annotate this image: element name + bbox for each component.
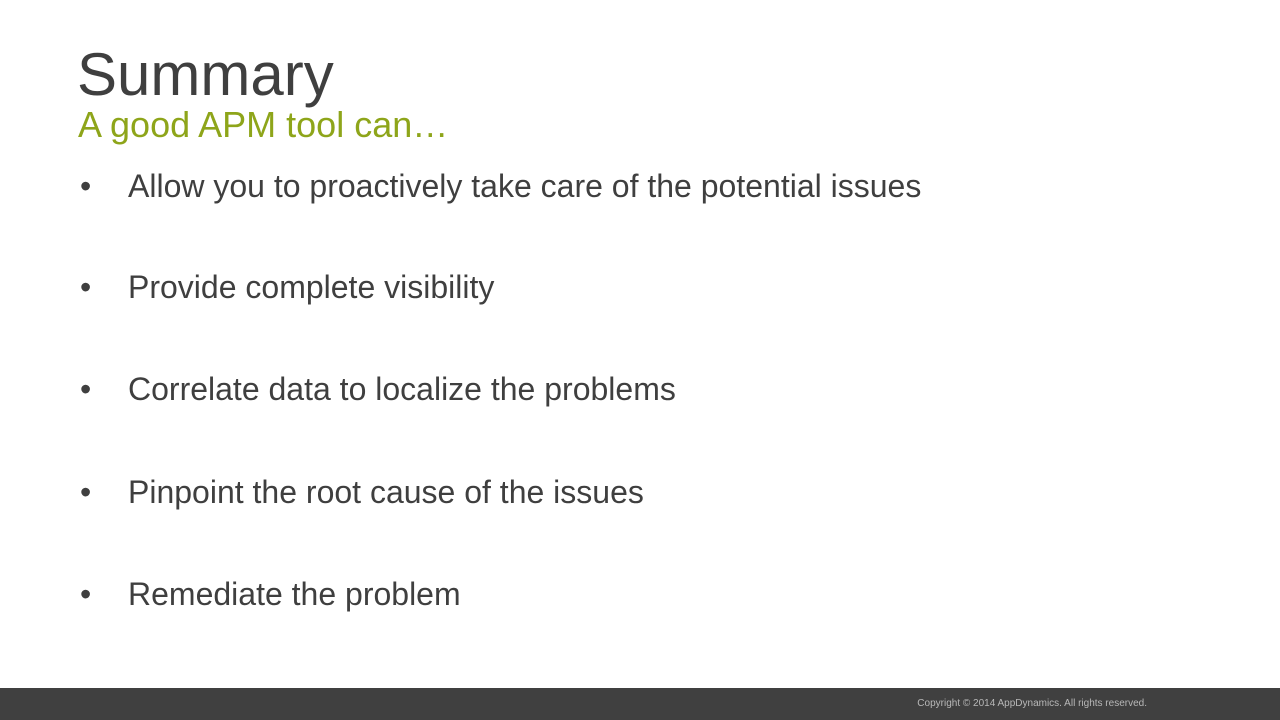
bullet-icon: • [80,576,92,612]
bullet-icon: • [80,371,92,407]
slide: Summary A good APM tool can… • Allow you… [0,0,1280,720]
bullet-text: Correlate data to localize the problems [128,371,676,407]
bullet-text: Allow you to proactively take care of th… [128,168,922,204]
bullet-icon: • [80,269,92,305]
bullet-item: • Pinpoint the root cause of the issues [0,470,1200,514]
bullet-text: Remediate the problem [128,576,461,612]
copyright-text: Copyright © 2014 AppDynamics. All rights… [917,698,1147,709]
slide-subtitle: A good APM tool can… [78,104,449,145]
bullet-item: • Correlate data to localize the problem… [0,367,1200,411]
slide-title: Summary [77,41,334,108]
bullet-text: Provide complete visibility [128,269,495,305]
bullet-item: • Allow you to proactively take care of … [0,164,1200,208]
bullet-item: • Remediate the problem [0,572,1200,616]
bullet-text: Pinpoint the root cause of the issues [128,474,644,510]
bullet-icon: • [80,168,92,204]
bullet-item: • Provide complete visibility [0,265,1200,309]
bullet-icon: • [80,474,92,510]
footer-bar: Copyright © 2014 AppDynamics. All rights… [0,688,1280,720]
